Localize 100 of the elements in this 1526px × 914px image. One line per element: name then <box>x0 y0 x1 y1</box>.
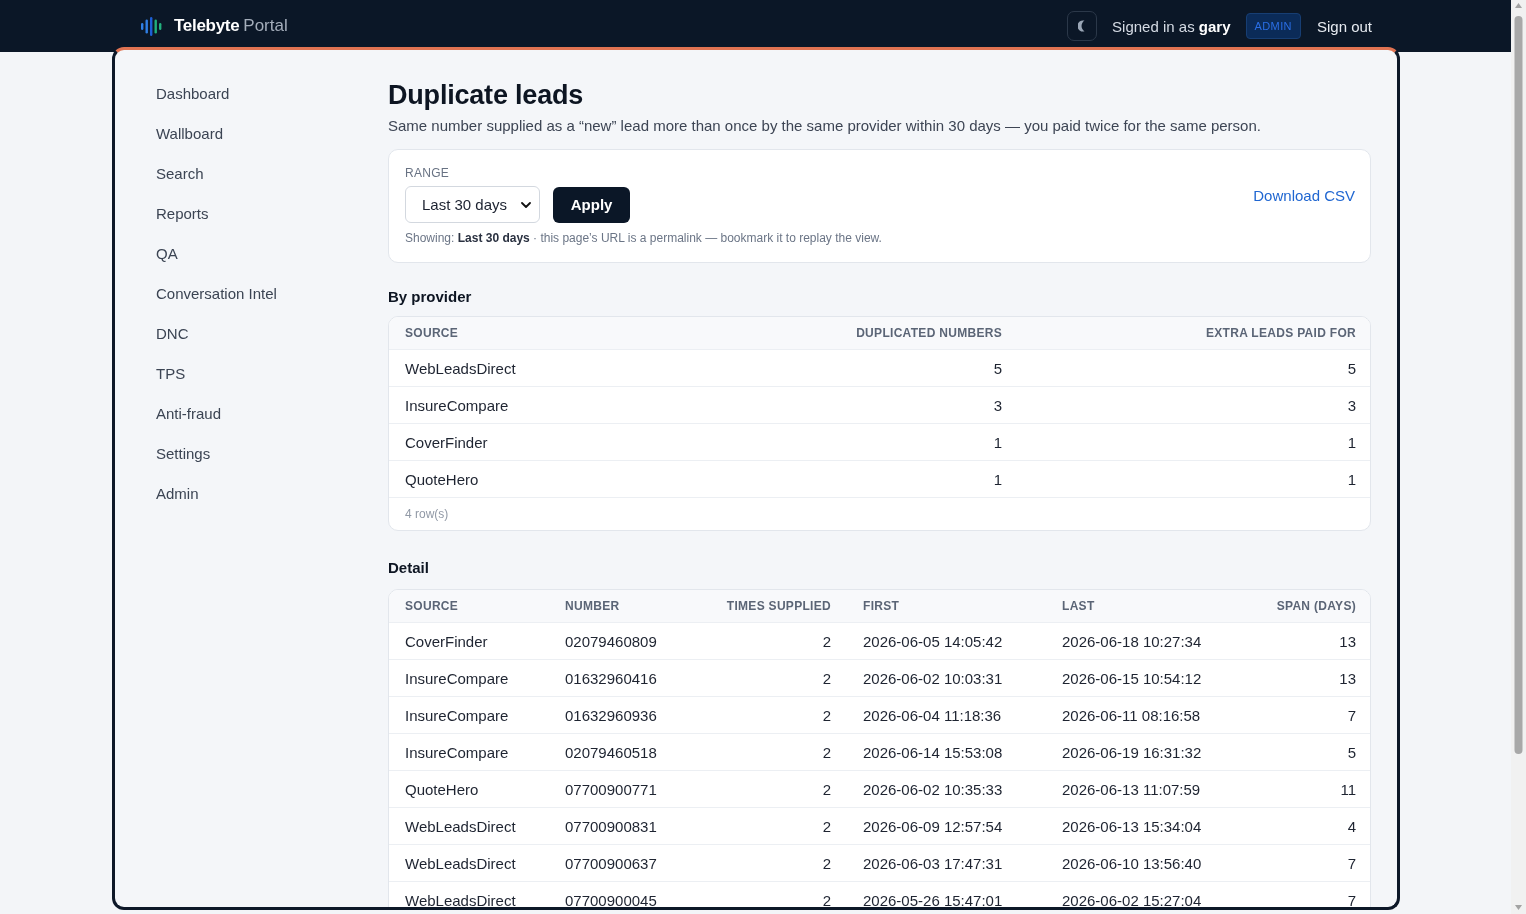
nav-link[interactable]: TPS <box>156 354 186 394</box>
nav-link[interactable]: Dashboard <box>156 74 230 114</box>
table-cell: CoverFinder <box>405 632 488 650</box>
column-header: EXTRA LEADS PAID FOR <box>1206 326 1356 340</box>
table-cell: 2026-06-03 17:47:31 <box>863 854 1003 872</box>
table-cell: 2026-06-05 14:05:42 <box>863 632 1003 650</box>
column-header: SPAN (DAYS) <box>1276 599 1356 613</box>
table-cell: 5 <box>1347 359 1356 377</box>
row-count: 4 row(s) <box>405 507 449 521</box>
table-cell: 5 <box>993 359 1002 377</box>
column-header: SOURCE <box>405 599 459 613</box>
scrollbar[interactable] <box>1511 0 1526 914</box>
table-cell: 2026-06-10 13:56:40 <box>1062 854 1202 872</box>
table-cell: 2026-06-02 15:27:04 <box>1062 891 1202 907</box>
table-cell: 2026-06-13 15:34:04 <box>1062 817 1202 835</box>
nav-link[interactable]: QA <box>156 234 178 274</box>
table-cell: 7 <box>1347 706 1356 724</box>
table-cell: 07700900637 <box>565 854 657 872</box>
table-cell: 01632960936 <box>565 706 657 724</box>
table-cell: 2026-06-04 11:18:36 <box>863 706 1002 724</box>
nav-link[interactable]: DNC <box>156 314 189 354</box>
nav-link[interactable]: Reports <box>156 194 209 234</box>
table-cell: 2026-06-13 11:07:59 <box>1062 780 1201 798</box>
sound-bars-logo-icon <box>141 16 163 36</box>
brand-product: Portal <box>243 16 288 36</box>
table-cell: 2 <box>822 706 831 724</box>
table-cell: 2026-06-14 15:53:08 <box>863 743 1003 761</box>
table-cell: 02079460809 <box>565 632 657 650</box>
column-header: TIMES SUPPLIED <box>726 599 831 613</box>
column-header: LAST <box>1062 599 1095 613</box>
brand-name: Telebyte <box>174 16 240 36</box>
section-title: By provider <box>388 287 473 307</box>
chevron-down-icon <box>521 201 532 208</box>
table-cell: 4 <box>1347 817 1356 835</box>
table-cell: WebLeadsDirect <box>405 817 516 835</box>
table-cell: 2 <box>822 854 831 872</box>
table-cell: 2 <box>822 780 831 798</box>
table-cell: 2026-06-19 16:31:32 <box>1062 743 1202 761</box>
download-csv-link[interactable]: Download CSV <box>1253 186 1355 206</box>
nav-link[interactable]: Search <box>156 154 204 194</box>
table-cell: 2 <box>822 891 831 907</box>
table-cell: 2026-06-02 10:03:31 <box>863 669 1003 687</box>
table-cell: 5 <box>1347 743 1356 761</box>
role-badge: ADMIN <box>1245 13 1301 39</box>
table-cell: InsureCompare <box>405 396 509 414</box>
table-cell: 2 <box>822 743 831 761</box>
table-cell: 7 <box>1347 854 1356 872</box>
theme-toggle-button[interactable] <box>1067 11 1098 41</box>
nav-link[interactable]: Wallboard <box>156 114 223 154</box>
sign-out-link[interactable]: Sign out <box>1316 17 1372 35</box>
permalink-note: Showing: Last 30 days · this page’s URL is a permalink — bookmark it to replay the view. <box>405 230 882 246</box>
table-cell: 7 <box>1347 891 1356 907</box>
table-cell: 13 <box>1339 632 1356 650</box>
table-cell: 2026-06-15 10:54:12 <box>1062 669 1202 687</box>
table-cell: 1 <box>1347 433 1356 451</box>
nav-link[interactable]: Conversation Intel <box>156 274 277 314</box>
table-cell: 2 <box>822 669 831 687</box>
table-cell: 07700900045 <box>565 891 657 907</box>
table-cell: 13 <box>1339 669 1356 687</box>
apply-button[interactable]: Apply <box>553 186 631 223</box>
moon-icon <box>1078 20 1087 32</box>
nav-link[interactable]: Settings <box>156 434 211 474</box>
table-cell: 07700900831 <box>565 817 657 835</box>
table-cell: WebLeadsDirect <box>405 359 516 377</box>
signed-in-text: Signed in as gary <box>1112 17 1231 35</box>
table-cell: 2026-06-02 10:35:33 <box>863 780 1003 798</box>
table-cell: 2 <box>822 817 831 835</box>
range-select[interactable]: Last 30 days <box>405 186 541 223</box>
table-cell: 2026-06-18 10:27:34 <box>1062 632 1202 650</box>
column-header: NUMBER <box>565 599 620 613</box>
table-cell: 3 <box>993 396 1002 414</box>
table-cell: 01632960416 <box>565 669 657 687</box>
table-cell: 2026-06-09 12:57:54 <box>863 817 1003 835</box>
column-header: SOURCE <box>405 326 459 340</box>
table-cell: 1 <box>993 470 1002 488</box>
table-cell: QuoteHero <box>405 470 479 488</box>
table-cell: 1 <box>1347 470 1356 488</box>
table-cell: InsureCompare <box>405 706 509 724</box>
section-title: Detail <box>388 558 430 578</box>
page-title: Duplicate leads <box>388 79 585 112</box>
range-label: RANGE <box>405 165 450 181</box>
table-cell: 11 <box>1340 780 1356 798</box>
table-cell: WebLeadsDirect <box>405 891 516 907</box>
table-cell: 3 <box>1347 396 1356 414</box>
table-cell: 2 <box>822 632 831 650</box>
page-subtitle: Same number supplied as a “new” lead more than once by the same provider within 30 days — you paid twice for the same person. <box>388 116 1262 136</box>
column-header: DUPLICATED NUMBERS <box>856 326 1002 340</box>
nav-link[interactable]: Anti-fraud <box>156 394 222 434</box>
table-cell: QuoteHero <box>405 780 479 798</box>
table-cell: 2026-06-11 08:16:58 <box>1062 706 1201 724</box>
table-cell: InsureCompare <box>405 669 509 687</box>
table-cell: CoverFinder <box>405 433 488 451</box>
column-header: FIRST <box>863 599 900 613</box>
table-cell: 07700900771 <box>565 780 657 798</box>
nav-link[interactable]: Admin <box>156 474 199 514</box>
table-cell: 1 <box>993 433 1002 451</box>
table-cell: 2026-05-26 15:47:01 <box>863 891 1003 907</box>
table-cell: InsureCompare <box>405 743 509 761</box>
table-cell: 02079460518 <box>565 743 657 761</box>
table-cell: WebLeadsDirect <box>405 854 516 872</box>
